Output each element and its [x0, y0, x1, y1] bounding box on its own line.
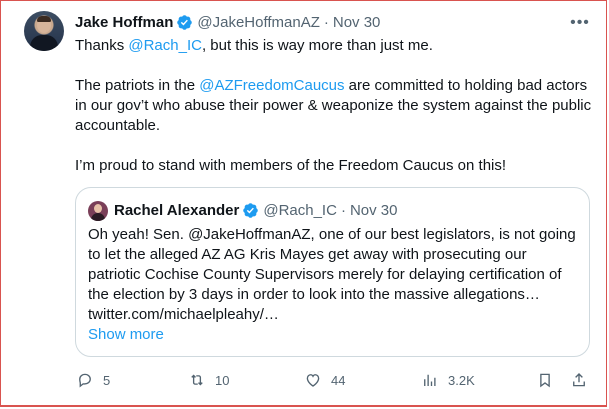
more-glyph: ••• [570, 14, 590, 31]
quoted-author-name[interactable]: Rachel Alexander [114, 202, 239, 219]
like-count: 44 [331, 372, 346, 388]
bookmark-button[interactable] [536, 368, 554, 392]
tweet-header: Jake Hoffman @JakeHoffmanAZ · Nov 30 [75, 12, 380, 32]
tweet-date[interactable]: Nov 30 [333, 14, 381, 31]
retweet-icon [191, 374, 203, 386]
views-button[interactable]: 3.2K [421, 368, 475, 392]
views-icon [424, 374, 436, 386]
share-icon [573, 373, 585, 387]
retweet-count: 10 [215, 372, 230, 388]
retweet-button[interactable]: 10 [188, 368, 229, 392]
quoted-author-avatar[interactable] [88, 201, 108, 221]
separator-dot: · [323, 13, 329, 31]
mention-link[interactable]: @AZFreedomCaucus [199, 77, 344, 94]
tweet-text: , but this is way more than just me. [201, 37, 433, 54]
tweet-line-1: Thanks @Rach_IC, but this is way more th… [75, 36, 595, 56]
verified-badge-icon [243, 202, 259, 218]
author-name[interactable]: Jake Hoffman [75, 14, 173, 31]
show-more-link[interactable]: Show more [88, 325, 578, 345]
quoted-tweet-text-block: Oh yeah! Sen. @JakeHoffmanAZ, one of our… [88, 225, 578, 345]
verified-badge-icon [177, 14, 193, 30]
like-button[interactable]: 44 [304, 368, 345, 392]
author-avatar[interactable] [24, 11, 64, 51]
bookmark-icon [540, 373, 550, 388]
more-icon[interactable]: ••• [570, 13, 590, 33]
mention-link[interactable]: @Rach_IC [128, 37, 202, 54]
reply-button[interactable]: 5 [76, 368, 110, 392]
quoted-author-handle[interactable]: @Rach_IC [263, 202, 337, 219]
reply-count: 5 [103, 372, 111, 388]
tweet-text: Thanks [75, 37, 129, 54]
tweet[interactable]: Jake Hoffman @JakeHoffmanAZ · Nov 30 •••… [0, 0, 609, 409]
like-icon [306, 374, 320, 387]
action-bar: 5 10 44 3.2K [75, 368, 595, 392]
share-button[interactable] [570, 368, 588, 392]
tweet-paragraph-3: I’m proud to stand with members of the F… [75, 157, 507, 174]
tweet-paragraph-2: The patriots in the @AZFreedomCaucus are… [75, 76, 595, 136]
author-handle[interactable]: @JakeHoffmanAZ [197, 14, 320, 31]
quoted-tweet[interactable]: Rachel Alexander @Rach_IC · Nov 30 Oh ye… [75, 187, 590, 357]
quoted-tweet-header: Rachel Alexander @Rach_IC · Nov 30 [114, 200, 397, 220]
reply-icon [79, 373, 91, 388]
tweet-text: The patriots in the [75, 77, 200, 94]
quoted-tweet-date[interactable]: Nov 30 [350, 202, 398, 219]
views-count: 3.2K [448, 372, 475, 388]
quoted-tweet-text: Oh yeah! Sen. @JakeHoffmanAZ, one of our… [88, 226, 576, 323]
separator-dot: · [340, 201, 346, 219]
